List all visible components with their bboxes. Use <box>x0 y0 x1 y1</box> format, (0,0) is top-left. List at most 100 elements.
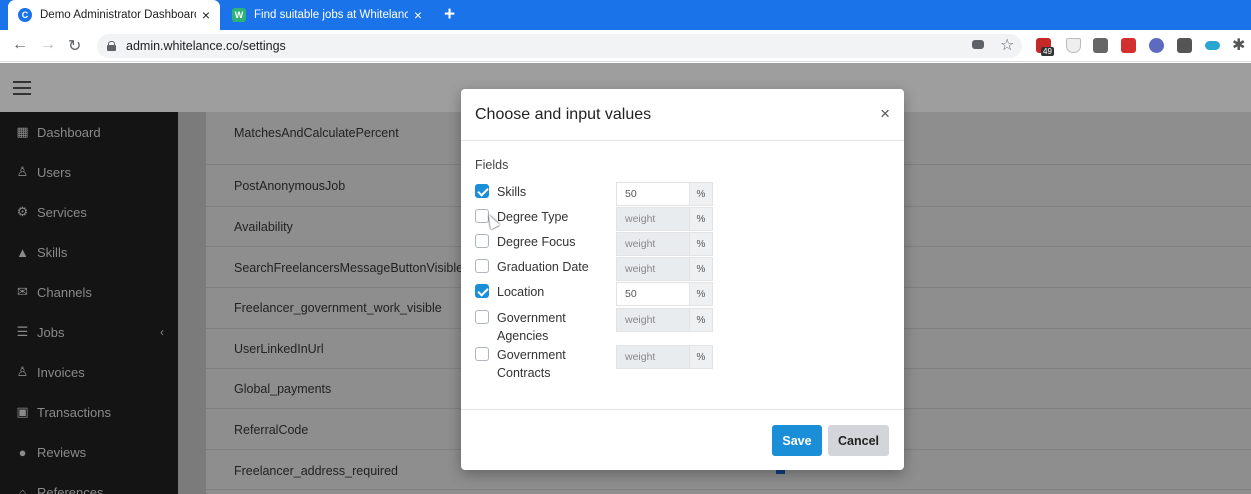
url-text: admin.whitelance.co/settings <box>126 39 286 53</box>
sidebar-item-references[interactable]: ⌂ References <box>0 472 178 494</box>
location-weight-group: 50 % <box>616 282 713 306</box>
sidebar-item-dashboard[interactable]: ▦ Dashboard <box>0 112 178 152</box>
tab-title: Demo Administrator Dashboard <box>40 9 196 21</box>
gear-icon: ⚙ <box>16 204 29 219</box>
menu-toggle-icon[interactable] <box>13 81 31 95</box>
graduation-date-weight-input[interactable]: weight <box>616 257 689 281</box>
location-weight-input[interactable]: 50 <box>616 282 689 306</box>
government-contracts-checkbox[interactable] <box>475 347 489 361</box>
puzzle-extensions-icon[interactable]: ✱ <box>1232 35 1245 55</box>
graduation-date-weight-group: weight % <box>616 257 713 281</box>
tab-title: Find suitable jobs at Whitelance. <box>254 9 408 21</box>
sidebar-item-invoices[interactable]: ♙ Invoices <box>0 352 178 392</box>
browser-tab-bar: C Demo Administrator Dashboard × W Find … <box>0 0 1251 30</box>
tab-admin-dashboard[interactable]: C Demo Administrator Dashboard × <box>8 0 220 30</box>
cloud-extension-icon[interactable] <box>1205 41 1220 50</box>
forward-arrow-icon[interactable]: → <box>40 36 56 54</box>
whitelance-favicon-icon: W <box>232 8 246 22</box>
color-extension-icon[interactable] <box>1149 38 1164 53</box>
sidebar-item-label: Users <box>37 164 71 180</box>
list-icon: ☰ <box>16 324 29 339</box>
percent-suffix: % <box>689 282 713 306</box>
shield-extension-icon[interactable] <box>1066 38 1081 53</box>
location-checkbox[interactable] <box>475 284 489 298</box>
graduation-cap-icon: ▲ <box>16 244 29 260</box>
government-agencies-checkbox[interactable] <box>475 310 489 324</box>
cancel-button[interactable]: Cancel <box>828 425 889 456</box>
choose-values-modal: Choose and input values × Fields Skills … <box>461 89 904 470</box>
sidebar-item-label: Transactions <box>37 404 111 420</box>
setting-name: ReferralCode <box>234 423 309 437</box>
envelope-icon: ✉ <box>17 284 28 299</box>
setting-name: SearchFreelancersMessageButtonVisible <box>234 261 464 275</box>
degree-focus-weight-group: weight % <box>616 232 713 256</box>
save-button[interactable]: Save <box>772 425 822 456</box>
sidebar-item-transactions[interactable]: ▣ Transactions <box>0 392 178 432</box>
sidebar-item-label: Services <box>37 204 87 220</box>
percent-suffix: % <box>689 257 713 281</box>
percent-suffix: % <box>689 308 713 332</box>
field-label: Skills <box>497 185 527 199</box>
sidebar-item-label: Reviews <box>37 444 87 460</box>
graduation-date-checkbox[interactable] <box>475 259 489 273</box>
sidebar-item-label: Dashboard <box>37 124 101 140</box>
new-tab-button[interactable]: + <box>444 4 455 26</box>
whitelance-admin-favicon-icon: C <box>18 8 32 22</box>
setting-name: Freelancer_government_work_visible <box>234 301 442 315</box>
government-agencies-weight-group: weight % <box>616 308 713 332</box>
government-agencies-weight-input[interactable]: weight <box>616 308 689 332</box>
field-label: Government Contracts <box>497 348 566 380</box>
sidebar-item-jobs[interactable]: ☰ Jobs ‹ <box>0 312 178 352</box>
field-label: Government Agencies <box>497 311 566 343</box>
percent-suffix: % <box>689 232 713 256</box>
setting-name: MatchesAndCalculatePercent <box>234 126 399 140</box>
degree-focus-checkbox[interactable] <box>475 234 489 248</box>
comments-icon: ● <box>18 444 27 460</box>
setting-name: Availability <box>234 220 293 234</box>
degree-type-weight-input[interactable]: weight <box>616 207 689 231</box>
percent-suffix: % <box>689 207 713 231</box>
fields-heading: Fields <box>475 158 509 172</box>
sidebar-item-users[interactable]: ♙ Users <box>0 152 178 192</box>
skills-weight-input[interactable]: 50 <box>616 182 689 206</box>
field-label: Degree Type <box>497 210 569 224</box>
close-tab-icon[interactable]: × <box>414 7 422 23</box>
field-label: Graduation Date <box>497 260 589 274</box>
star-icon[interactable]: ☆ <box>1000 35 1014 55</box>
setting-name: UserLinkedInUrl <box>234 342 324 356</box>
field-label: Location <box>497 285 545 299</box>
degree-focus-weight-input[interactable]: weight <box>616 232 689 256</box>
setting-name: Global_payments <box>234 382 332 396</box>
sidebar-item-services[interactable]: ⚙ Services <box>0 192 178 232</box>
reader-extension-icon[interactable] <box>1177 38 1192 53</box>
sidebar-item-channels[interactable]: ✉ Channels <box>0 272 178 312</box>
user-icon: ♙ <box>16 164 29 179</box>
extension-badge: 49 <box>1041 47 1054 56</box>
skills-checkbox[interactable] <box>475 184 489 198</box>
sidebar-item-reviews[interactable]: ● Reviews <box>0 432 178 472</box>
pdf-extension-icon[interactable] <box>1121 38 1136 53</box>
back-arrow-icon[interactable]: ← <box>12 36 28 54</box>
sidebar: ▦ Dashboard ♙ Users ⚙ Services ▲ Skills … <box>0 112 178 494</box>
reload-icon[interactable]: ↻ <box>68 36 81 56</box>
user-plus-icon: ♙ <box>16 364 29 379</box>
field-label: Degree Focus <box>497 235 576 249</box>
government-contracts-weight-input[interactable]: weight <box>616 345 689 369</box>
camera-icon[interactable] <box>972 40 984 49</box>
government-contracts-weight-group: weight % <box>616 345 713 369</box>
close-icon[interactable]: × <box>880 104 890 124</box>
modal-title: Choose and input values <box>475 106 652 123</box>
address-bar[interactable]: admin.whitelance.co/settings <box>97 34 1022 58</box>
dashboard-icon: ▦ <box>16 124 29 139</box>
sidebar-item-label: References <box>37 484 104 494</box>
lock-icon <box>107 41 116 51</box>
tab-find-jobs[interactable]: W Find suitable jobs at Whitelance. × <box>222 0 432 30</box>
modal-header: Choose and input values × <box>461 89 904 141</box>
screenshot-extension-icon[interactable] <box>1093 38 1108 53</box>
percent-suffix: % <box>689 182 713 206</box>
close-tab-icon[interactable]: × <box>202 7 210 23</box>
degree-type-weight-group: weight % <box>616 207 713 231</box>
modal-footer: Save Cancel <box>461 409 904 470</box>
sidebar-item-skills[interactable]: ▲ Skills <box>0 232 178 272</box>
sidebar-item-label: Jobs <box>37 324 65 340</box>
